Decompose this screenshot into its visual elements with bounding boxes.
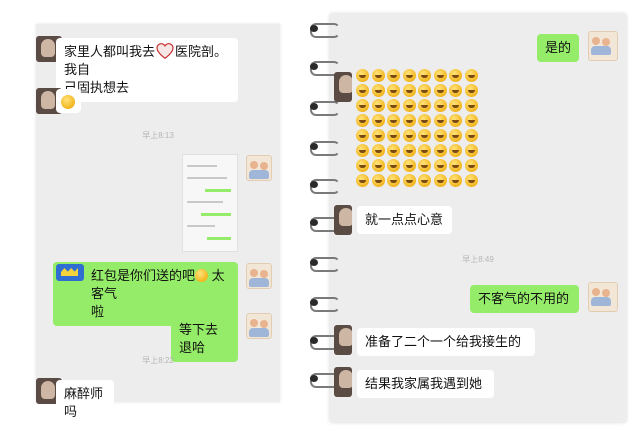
laughing-emoji-icon — [449, 69, 462, 82]
laughing-emoji-icon — [371, 84, 385, 97]
laughing-emoji-icon — [371, 69, 385, 82]
screenshot-image-message[interactable] — [182, 154, 238, 252]
laughing-emoji-icon — [371, 159, 385, 172]
laughing-emoji-icon — [387, 99, 400, 112]
message-bubble-received[interactable]: 麻醉师吗 — [56, 380, 114, 426]
laughing-emoji-icon — [418, 129, 431, 142]
timestamp: 早上8:13 — [142, 131, 174, 140]
laughing-emoji-icon — [356, 174, 369, 187]
laughing-emoji-icon — [449, 174, 462, 187]
laughing-emoji-icon — [402, 84, 416, 97]
laughing-emoji-icon — [433, 69, 447, 82]
laughing-emoji-icon — [356, 159, 369, 172]
message-bubble-sent[interactable]: 是的 — [537, 34, 579, 62]
laughing-emoji-icon — [387, 174, 400, 187]
binder-ring — [310, 140, 340, 156]
laughing-emoji-icon — [433, 174, 447, 187]
laughing-emoji-icon — [356, 114, 369, 127]
laughing-emoji-icon — [418, 84, 431, 97]
laughing-emoji-icon — [464, 174, 478, 187]
laughing-emoji-icon — [195, 269, 209, 282]
binder-ring — [310, 178, 340, 194]
laughing-emoji-icon — [402, 99, 416, 112]
message-bubble-received[interactable]: 就一点点心意 — [357, 206, 452, 234]
laughing-emoji-icon — [371, 144, 385, 157]
laughing-emoji-icon — [418, 99, 431, 112]
laughing-emoji-icon — [433, 159, 447, 172]
timestamp: 早上8:22 — [142, 356, 174, 365]
laughing-emoji-icon — [371, 174, 385, 187]
laughing-emoji-icon — [418, 144, 431, 157]
laughing-emoji-icon — [464, 114, 478, 127]
laughing-emoji-icon — [356, 99, 369, 112]
message-bubble-received[interactable]: 家里人都叫我去 医院剖。我自 己固执想去 — [56, 38, 238, 102]
message-bubble-received[interactable]: 准备了二个一个给我接生的 — [357, 328, 535, 356]
binder-ring — [310, 100, 340, 116]
laughing-emoji-icon — [402, 129, 416, 142]
my-avatar[interactable] — [588, 282, 618, 312]
message-bubble-sent[interactable]: 不客气的不用的 — [470, 285, 579, 313]
laughing-emoji-icon — [387, 144, 400, 157]
laughing-emoji-icon — [418, 159, 431, 172]
laughing-emoji-icon — [464, 144, 478, 157]
laughing-emoji-icon — [61, 95, 75, 109]
laughing-emoji-icon — [449, 144, 462, 157]
laughing-emoji-icon — [433, 84, 447, 97]
timestamp: 早上8:49 — [462, 255, 494, 264]
message-bubble-received[interactable]: 结果我家属我遇到她 — [357, 370, 494, 398]
laughing-emoji-icon — [402, 114, 416, 127]
laughing-emoji-icon — [433, 99, 447, 112]
contact-avatar[interactable] — [334, 367, 352, 397]
laughing-emoji-icon — [371, 129, 385, 142]
laughing-emoji-icon — [402, 144, 416, 157]
laughing-emoji-icon — [449, 159, 462, 172]
laughing-emoji-icon — [356, 144, 369, 157]
my-avatar[interactable] — [246, 263, 272, 289]
laughing-emoji-icon — [387, 159, 400, 172]
my-avatar[interactable] — [246, 313, 272, 339]
red-packet-icon — [56, 264, 84, 281]
laughing-emoji-icon — [433, 129, 447, 142]
contact-avatar[interactable] — [334, 205, 352, 235]
laughing-emoji-icon — [464, 159, 478, 172]
laughing-emoji-icon — [433, 114, 447, 127]
laughing-emoji-icon — [449, 99, 462, 112]
laughing-emoji-icon — [371, 99, 385, 112]
laughing-emoji-icon — [449, 129, 462, 142]
laughing-emoji-icon — [402, 159, 416, 172]
binder-ring — [310, 22, 340, 38]
my-avatar[interactable] — [246, 155, 272, 181]
laughing-emoji-icon — [418, 114, 431, 127]
laughing-emoji-icon — [402, 174, 416, 187]
laughing-emoji-icon — [464, 99, 478, 112]
emoji-grid-message[interactable] — [356, 69, 482, 188]
laughing-emoji-icon — [402, 69, 416, 82]
laughing-emoji-icon — [418, 69, 431, 82]
laughing-emoji-icon — [356, 84, 369, 97]
laughing-emoji-icon — [418, 174, 431, 187]
laughing-emoji-icon — [433, 144, 447, 157]
laughing-emoji-icon — [464, 84, 478, 97]
laughing-emoji-icon — [387, 129, 400, 142]
laughing-emoji-icon — [449, 114, 462, 127]
laughing-emoji-icon — [387, 69, 400, 82]
binder-ring — [310, 296, 340, 312]
laughing-emoji-icon — [356, 69, 369, 82]
laughing-emoji-icon — [371, 114, 385, 127]
laughing-emoji-icon — [387, 114, 400, 127]
contact-avatar[interactable] — [334, 325, 352, 355]
laughing-emoji-icon — [464, 69, 478, 82]
laughing-emoji-icon — [356, 129, 369, 142]
contact-avatar[interactable] — [334, 72, 352, 102]
binder-ring — [310, 60, 340, 76]
laughing-emoji-icon — [464, 129, 478, 142]
heart-icon — [156, 43, 174, 59]
laughing-emoji-icon — [387, 84, 400, 97]
my-avatar[interactable] — [588, 31, 618, 61]
laughing-emoji-icon — [449, 84, 462, 97]
